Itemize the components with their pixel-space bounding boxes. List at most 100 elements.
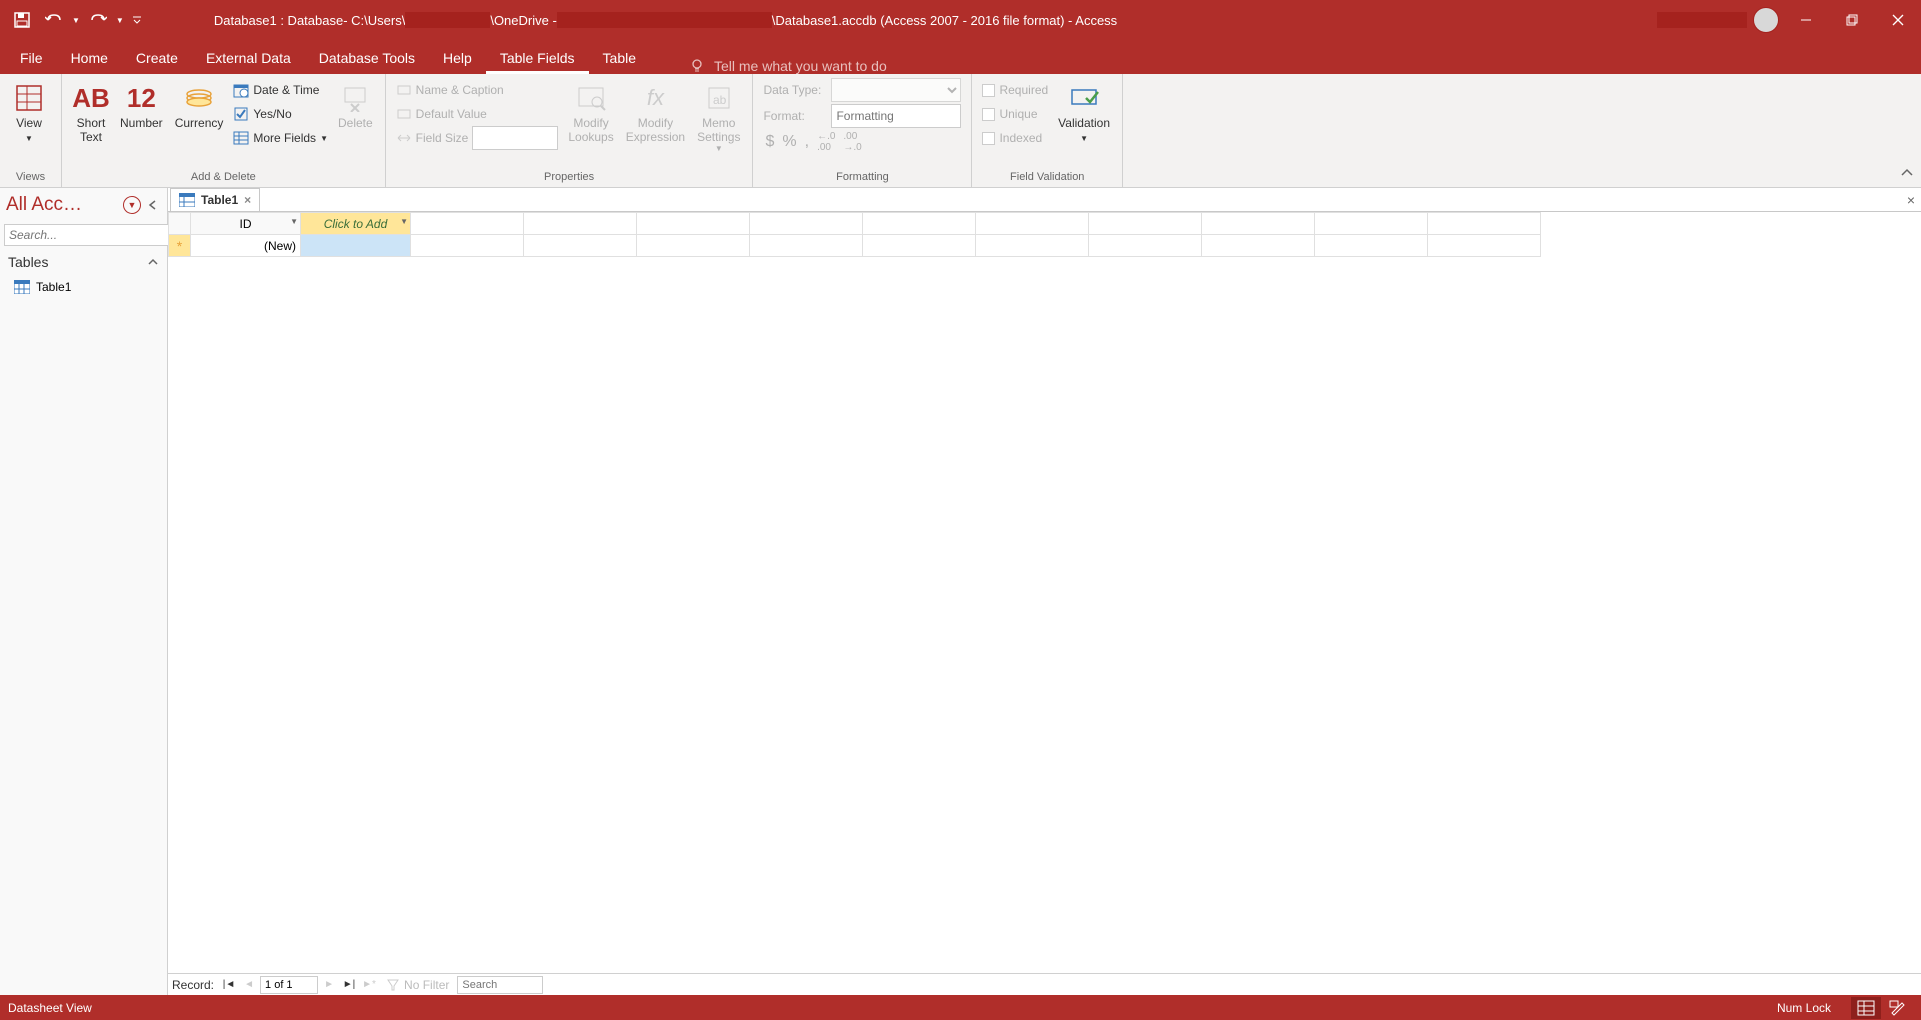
column-header-click-to-add[interactable]: Click to Add ▼ [301, 213, 411, 235]
currency-format-icon: $ [765, 133, 774, 151]
design-view-button[interactable] [1883, 997, 1913, 1019]
save-button[interactable] [8, 6, 36, 34]
blank-cell [863, 235, 976, 257]
memo-settings-button: ab Memo Settings ▼ [691, 78, 746, 157]
svg-text:ab: ab [713, 93, 727, 107]
tell-me-placeholder: Tell me what you want to do [714, 58, 887, 74]
prev-record-button: ◄ [240, 976, 258, 994]
date-time-button[interactable]: Date & Time [229, 78, 332, 102]
tab-file[interactable]: File [6, 42, 57, 74]
delete-button: Delete [332, 78, 379, 134]
redo-dropdown[interactable]: ▼ [116, 16, 124, 25]
record-position-input[interactable] [260, 976, 318, 994]
nav-item-table1[interactable]: Table1 [0, 276, 167, 298]
field-size-label: Field Size [416, 131, 469, 145]
object-tab-table1[interactable]: Table1 × [170, 188, 260, 211]
fx-icon: fx [639, 82, 671, 114]
lightbulb-icon [690, 58, 706, 74]
last-record-button[interactable]: ►| [340, 976, 358, 994]
indexed-label: Indexed [999, 131, 1042, 145]
required-checkbox: Required [978, 78, 1052, 102]
minimize-button[interactable] [1783, 0, 1829, 40]
nav-title[interactable]: All Acc… [6, 194, 119, 216]
format-combo [831, 104, 961, 128]
tab-home[interactable]: Home [57, 42, 122, 74]
nav-section-tables[interactable]: Tables [0, 248, 167, 276]
undo-dropdown[interactable]: ▼ [72, 16, 80, 25]
number-format-row: $ % , ←.0.00 .00→.0 [759, 130, 865, 154]
tab-database-tools[interactable]: Database Tools [305, 42, 429, 74]
new-record-row[interactable]: * (New) [169, 235, 1541, 257]
undo-button[interactable] [40, 6, 68, 34]
collapse-ribbon-button[interactable] [1897, 163, 1917, 183]
redo-button[interactable] [84, 6, 112, 34]
avatar[interactable] [1753, 7, 1779, 33]
nav-search-input[interactable] [4, 224, 171, 246]
column-dropdown-icon[interactable]: ▼ [400, 217, 408, 226]
new-row-indicator[interactable]: * [169, 235, 191, 257]
group-properties: Name & Caption Default Value Field Size … [386, 74, 754, 187]
more-fields-button[interactable]: More Fields ▼ [229, 126, 332, 150]
blank-column [1428, 213, 1541, 235]
nav-filter-button[interactable]: ▼ [123, 196, 141, 214]
yes-no-button[interactable]: Yes/No [229, 102, 332, 126]
number-button[interactable]: 12 Number [114, 78, 169, 134]
short-text-button[interactable]: AB Short Text [68, 78, 114, 148]
unique-checkbox: Unique [978, 102, 1052, 126]
blank-cell [750, 235, 863, 257]
datasheet-view-button[interactable] [1851, 997, 1881, 1019]
tab-create[interactable]: Create [122, 42, 192, 74]
view-button[interactable]: View ▼ [6, 78, 52, 147]
blank-column [524, 213, 637, 235]
tab-external-data[interactable]: External Data [192, 42, 305, 74]
window-title: Database1 : Database- C:\Users\ \OneDriv… [154, 12, 1657, 28]
modify-expression-label: Modify Expression [626, 116, 685, 144]
indexed-checkbox: Indexed [978, 126, 1052, 150]
close-all-tabs-button[interactable]: × [1907, 192, 1915, 208]
blank-column [1089, 213, 1202, 235]
record-navigator: Record: |◄ ◄ ► ►| ►* No Filter [168, 973, 1921, 995]
currency-icon [183, 82, 215, 114]
column-dropdown-icon[interactable]: ▼ [290, 217, 298, 226]
customize-qat-button[interactable] [128, 6, 146, 34]
group-properties-label: Properties [392, 169, 747, 185]
close-button[interactable] [1875, 0, 1921, 40]
tell-me-search[interactable]: Tell me what you want to do [690, 58, 887, 74]
new-record-button: ►* [360, 976, 378, 994]
record-search-input[interactable] [457, 976, 543, 994]
default-value-label: Default Value [416, 107, 487, 121]
datasheet-grid[interactable]: ID ▼ Click to Add ▼ [168, 212, 1921, 973]
ribbon-tab-strip: File Home Create External Data Database … [0, 40, 1921, 74]
title-bar: ▼ ▼ Database1 : Database- C:\Users\ \One… [0, 0, 1921, 40]
calendar-icon [233, 82, 249, 98]
select-all-cell[interactable] [169, 213, 191, 235]
percent-format-icon: % [782, 133, 796, 151]
checkbox-icon [982, 84, 995, 97]
short-text-icon: AB [75, 82, 107, 114]
first-record-button[interactable]: |◄ [220, 976, 238, 994]
cell-new-selected[interactable] [301, 235, 411, 257]
maximize-button[interactable] [1829, 0, 1875, 40]
no-filter-label: No Filter [404, 978, 449, 992]
format-row: Format: [759, 104, 965, 128]
group-add-delete: AB Short Text 12 Number Currency Date & … [62, 74, 386, 187]
increase-decimal-icon: ←.0.00 [817, 131, 835, 153]
datasheet-area: Table1 × × ID ▼ Click to Add ▼ [168, 188, 1921, 995]
column-header-id[interactable]: ID ▼ [191, 213, 301, 235]
date-time-label: Date & Time [253, 83, 319, 97]
close-tab-button[interactable]: × [244, 193, 251, 207]
redacted-org [557, 12, 772, 28]
datasheet-view-icon [13, 82, 45, 114]
validation-button[interactable]: Validation ▼ [1052, 78, 1116, 147]
tab-help[interactable]: Help [429, 42, 486, 74]
currency-button[interactable]: Currency [169, 78, 230, 134]
blank-column [750, 213, 863, 235]
size-icon [396, 130, 412, 146]
blank-column [863, 213, 976, 235]
cell-id-new[interactable]: (New) [191, 235, 301, 257]
tab-table-fields[interactable]: Table Fields [486, 42, 589, 74]
tab-table[interactable]: Table [589, 42, 650, 74]
chevron-down-icon: ▼ [320, 134, 328, 143]
modify-lookups-button: Modify Lookups [562, 78, 619, 148]
nav-collapse-button[interactable] [145, 197, 161, 213]
